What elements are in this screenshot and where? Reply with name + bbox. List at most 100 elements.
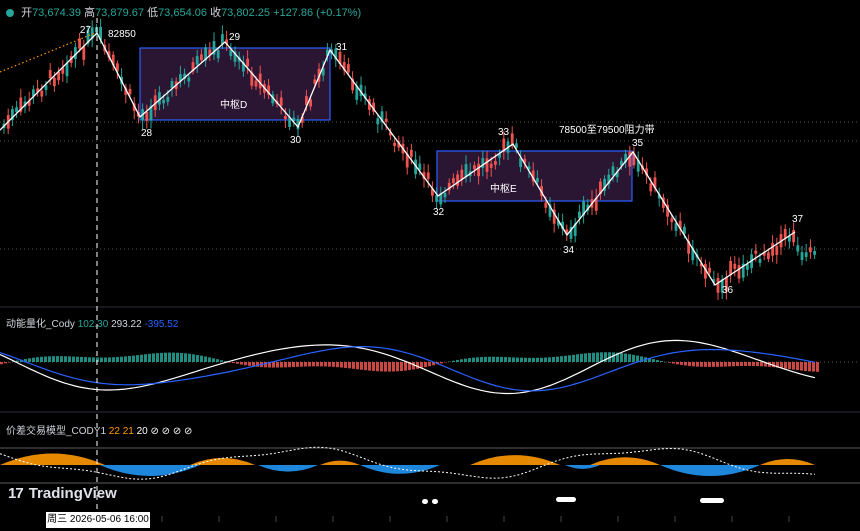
candle-body (670, 218, 674, 223)
momentum-histogram-bar (592, 352, 595, 362)
momentum-histogram-bar (372, 362, 375, 371)
momentum-histogram-bar (380, 362, 383, 372)
momentum-histogram-bar (720, 362, 723, 367)
momentum-histogram-bar (132, 355, 135, 362)
momentum-histogram-bar (104, 357, 107, 362)
candle-body (754, 250, 758, 254)
momentum-histogram-bar (44, 356, 47, 362)
momentum-histogram-bar (232, 362, 235, 363)
candle-body (284, 116, 287, 120)
momentum-histogram-bar (520, 357, 523, 362)
candle-body (746, 264, 749, 270)
momentum-histogram-bar (364, 362, 367, 371)
tradingview-logo[interactable]: 17 TradingView (8, 485, 117, 502)
high-value: 73,879.67 (95, 7, 144, 19)
candle-body (733, 263, 737, 269)
momentum-histogram-bar (812, 362, 815, 372)
tradingview-wordmark: TradingView (28, 485, 117, 502)
zone-e-label: 中枢E (490, 182, 517, 195)
zigzag-lines (0, 31, 796, 286)
zigzag-label-33: 33 (498, 127, 510, 138)
momentum-histogram-bar (504, 357, 507, 362)
momentum-histogram-bar (124, 356, 127, 362)
momentum-histogram-bar (568, 355, 571, 362)
momentum-histogram-bar (0, 362, 3, 365)
momentum-histogram-bar (288, 362, 291, 368)
momentum-histogram-bar (212, 358, 215, 362)
momentum-histogram-bar (272, 362, 275, 368)
momentum-histogram-bar (200, 355, 203, 362)
status-dot-icon (6, 9, 14, 17)
momentum-histogram-bar (108, 357, 111, 362)
momentum-histogram-bar (180, 352, 183, 362)
momentum-histogram-bar (580, 353, 583, 362)
spread-legend: 价差交易模型_CODY1 22 21 20 ⊘ ⊘ ⊘ ⊘ (6, 422, 192, 437)
momentum-histogram-bar (724, 362, 727, 367)
momentum-histogram-bar (560, 356, 563, 362)
spread-value-1: 22 (108, 426, 120, 437)
candle-body (758, 258, 762, 263)
candle-body (15, 107, 18, 113)
momentum-histogram-bar (800, 362, 803, 371)
momentum-histogram-bar (500, 356, 503, 362)
momentum-histogram-bar (240, 362, 243, 365)
momentum-histogram-bar (612, 352, 615, 362)
spread-area (660, 465, 760, 476)
candle-body (384, 118, 388, 122)
momentum-histogram-bar (184, 353, 187, 362)
momentum-histogram-bar (80, 356, 83, 362)
momentum-histogram-bar (692, 362, 695, 367)
zigzag-label-35: 35 (632, 138, 644, 149)
momentum-histogram-bar (204, 356, 207, 362)
momentum-histogram-bar (136, 355, 139, 362)
spread-area (565, 465, 600, 469)
momentum-histogram-bar (100, 357, 103, 362)
chart-canvas[interactable]: 27 28 29 30 31 32 33 34 35 36 37 82850 中枢D 中枢E 785… (0, 0, 860, 531)
momentum-histogram-bar (280, 362, 283, 368)
low-label: 低 (147, 7, 159, 19)
momentum-histogram-bar (56, 356, 59, 362)
spread-area (760, 458, 815, 465)
open-value: 73,674.39 (32, 7, 81, 19)
momentum-histogram-bar (332, 362, 335, 367)
momentum-histogram-bar (360, 362, 363, 370)
momentum-histogram-bar (336, 362, 339, 368)
candle-body (216, 50, 220, 59)
momentum-histogram-bar (588, 353, 591, 362)
momentum-histogram-bar (716, 362, 719, 367)
momentum-histogram-bar (496, 356, 499, 362)
momentum-histogram-bar (576, 354, 579, 362)
momentum-histogram-bar (700, 362, 703, 367)
momentum-histogram-bar (564, 355, 567, 362)
momentum-histogram-bar (116, 356, 119, 362)
zigzag-label-31: 31 (336, 42, 348, 53)
momentum-histogram-bar (440, 362, 443, 364)
candle-body (426, 172, 430, 180)
momentum-histogram-bar (4, 362, 7, 364)
time-axis-ticks (104, 516, 790, 522)
candle-body (376, 118, 380, 125)
momentum-histogram-bar (244, 362, 247, 366)
momentum-histogram-bar (788, 362, 791, 370)
candle-body (477, 163, 480, 177)
candle-body (649, 183, 653, 192)
momentum-histogram-bar (652, 359, 655, 362)
momentum-histogram-bar (68, 356, 71, 362)
momentum-histogram-bar (128, 355, 131, 362)
momentum-histogram-bar (472, 357, 475, 362)
candle-body (767, 252, 770, 260)
momentum-histogram-bar (312, 362, 315, 367)
zone-d-label: 中枢D (220, 98, 247, 111)
signal-marker (432, 499, 438, 504)
momentum-histogram-bar (248, 362, 251, 366)
momentum-histogram-bar (480, 357, 483, 362)
momentum-histogram-bar (424, 362, 427, 368)
high-label: 高 (84, 7, 96, 19)
candle-body (485, 158, 489, 172)
momentum-histogram-bar (740, 362, 743, 367)
momentum-histogram-bar (316, 362, 319, 367)
candle-body (796, 245, 800, 252)
signal-marker (556, 497, 576, 502)
momentum-histogram-bar (804, 362, 807, 371)
momentum-histogram-bar (400, 362, 403, 372)
